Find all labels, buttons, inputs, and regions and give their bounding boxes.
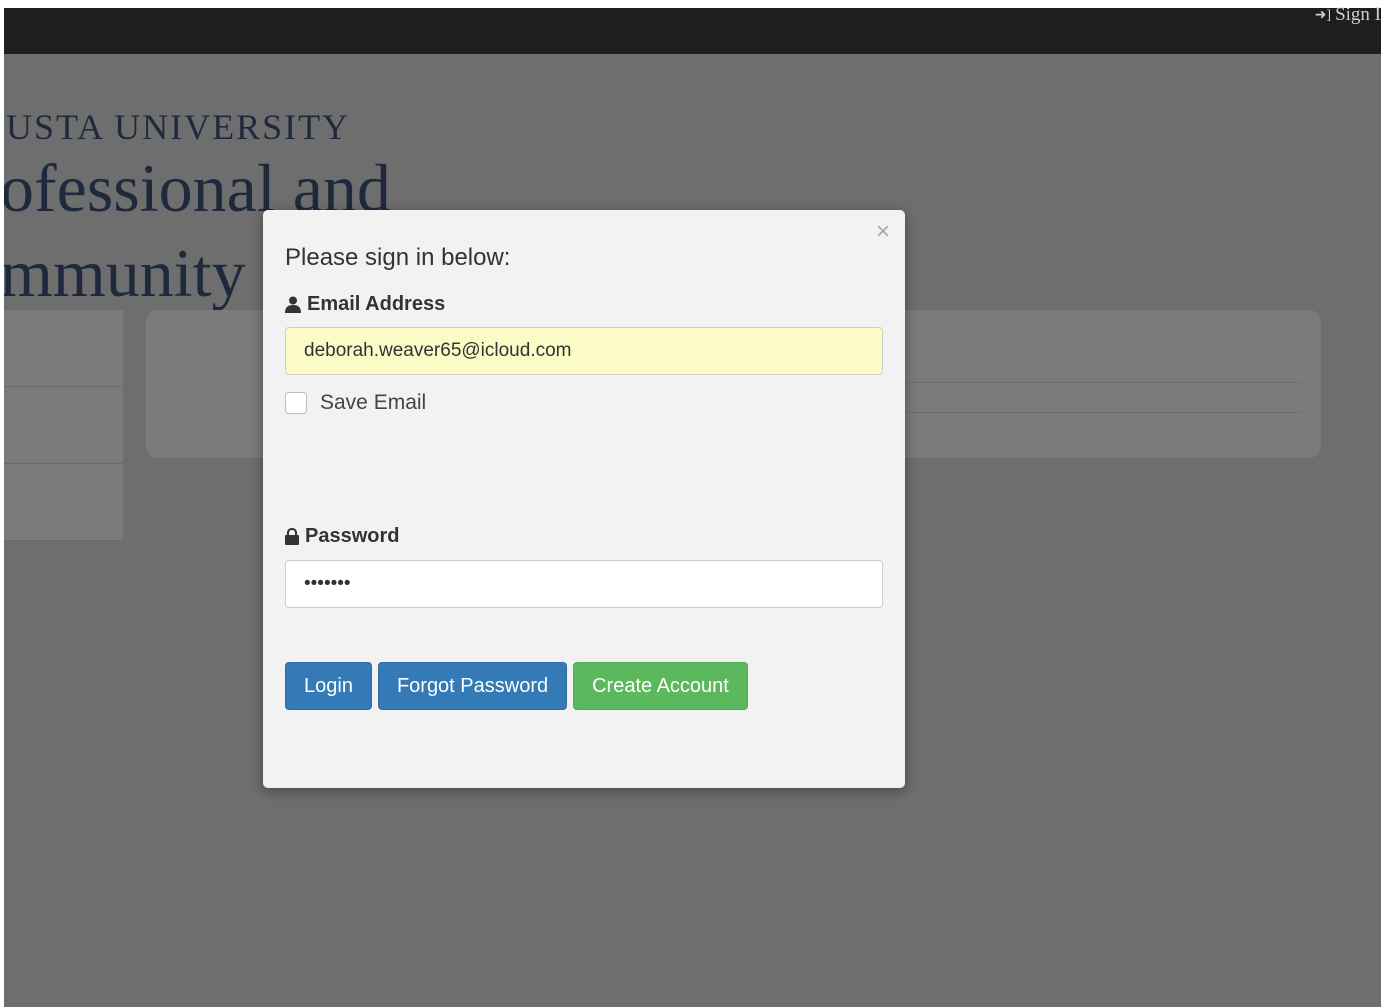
side-nav: [0, 310, 123, 541]
email-label: Email Address: [285, 293, 445, 316]
panel-divider: [886, 412, 1301, 413]
forgot-password-button[interactable]: Forgot Password: [377, 662, 568, 710]
sign-in-modal: × Please sign in below: Email Address Sa…: [263, 210, 905, 788]
brand-title-line2: mmunity: [0, 235, 246, 311]
save-email-label[interactable]: Save Email: [320, 391, 426, 415]
user-icon: [285, 296, 301, 313]
button-row: Login Forgot Password Create Account: [285, 662, 754, 710]
sign-in-link[interactable]: ➜] Sign I: [1315, 4, 1381, 26]
lock-icon: [285, 528, 299, 545]
close-icon[interactable]: ×: [876, 220, 890, 244]
create-account-button[interactable]: Create Account: [573, 662, 748, 710]
email-label-text: Email Address: [307, 293, 446, 315]
sign-in-label: Sign I: [1335, 4, 1381, 25]
email-input[interactable]: [285, 327, 883, 375]
save-email-checkbox[interactable]: [285, 392, 307, 414]
side-nav-item[interactable]: [0, 310, 123, 387]
navbar: ➜] Sign I: [0, 4, 1381, 54]
sign-in-icon: ➜]: [1314, 7, 1332, 23]
password-label-text: Password: [305, 525, 400, 547]
brand-university-name: USTA UNIVERSITY: [6, 107, 351, 147]
password-input[interactable]: [285, 560, 883, 608]
side-nav-item[interactable]: [0, 387, 123, 464]
password-label: Password: [285, 525, 399, 548]
side-nav-item[interactable]: [0, 464, 123, 541]
save-email-row[interactable]: Save Email: [285, 391, 426, 415]
left-edge: [0, 0, 4, 1007]
top-strip: [0, 0, 1381, 8]
login-button[interactable]: Login: [285, 662, 372, 710]
modal-title: Please sign in below:: [285, 244, 511, 271]
panel-divider: [886, 382, 1301, 383]
